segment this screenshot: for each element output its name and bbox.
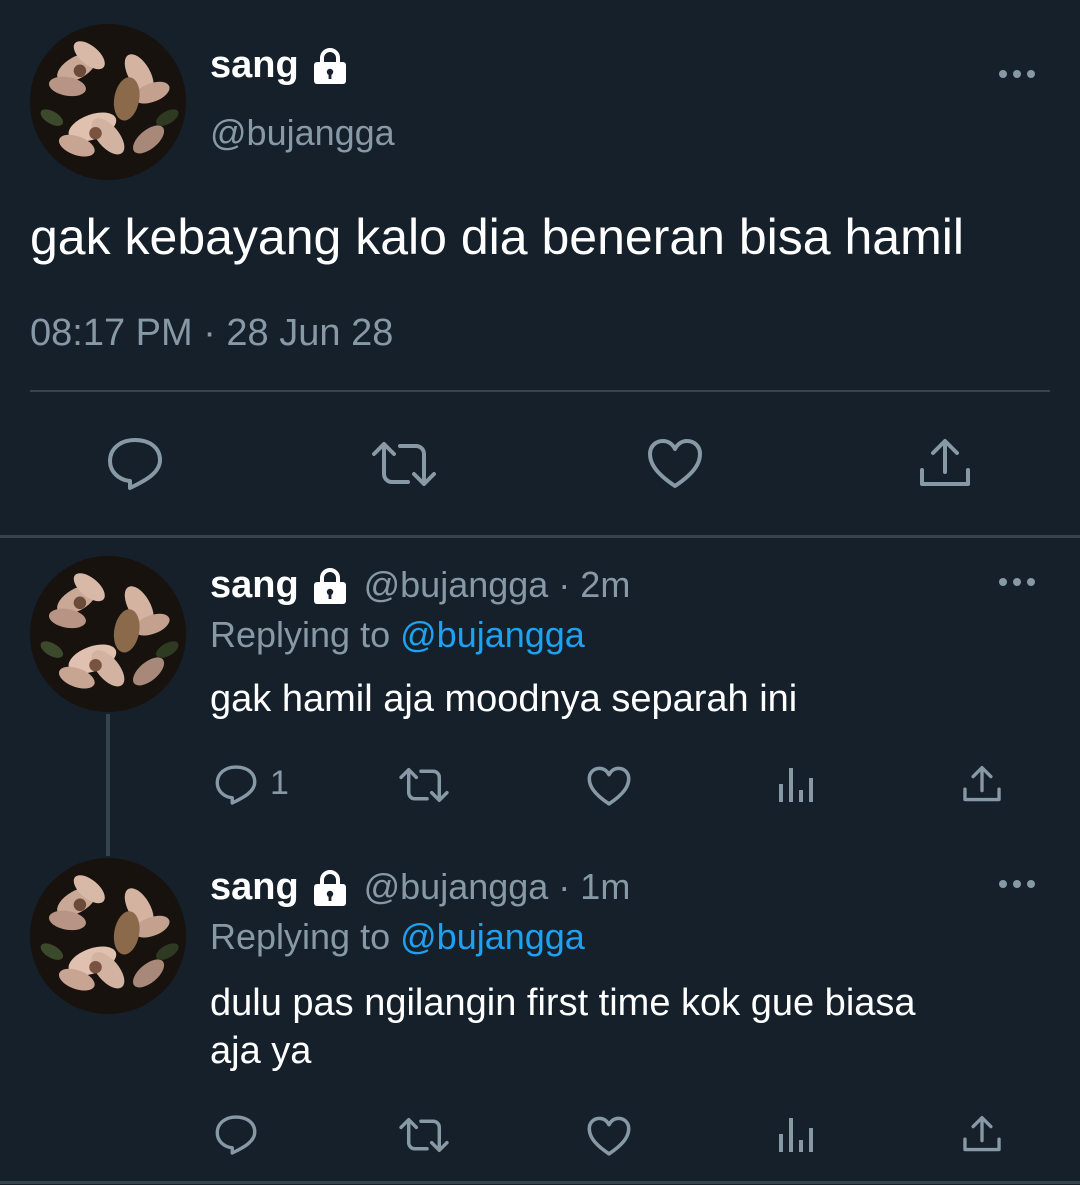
tweet-author[interactable]: sang [210,44,351,89]
lock-icon [309,568,351,609]
avatar-image [30,24,186,180]
retweet-icon[interactable] [370,440,438,488]
analytics-icon[interactable] [776,766,816,804]
share-icon[interactable] [962,1114,1002,1154]
share-icon[interactable] [918,436,972,490]
divider [0,535,1080,538]
avatar[interactable] [30,556,186,712]
replying-to: Replying to @bujangga [210,614,585,656]
replying-to-link[interactable]: @bujangga [400,916,585,957]
author-name: sang [210,44,299,86]
avatar[interactable] [30,24,186,180]
retweet-icon[interactable] [398,766,450,804]
reply-count: 1 [270,764,289,802]
reply-header[interactable]: sang @bujangga · 2m [210,564,630,609]
analytics-icon[interactable] [776,1116,816,1154]
reply-icon[interactable] [214,764,258,806]
avatar-image [30,556,186,712]
retweet-icon[interactable] [398,1116,450,1154]
replying-to: Replying to @bujangga [210,916,585,958]
more-icon[interactable] [998,878,1036,890]
reply-header[interactable]: sang @bujangga · 1m [210,866,630,911]
reply-icon[interactable] [214,1114,258,1156]
divider [0,1181,1080,1184]
author-handle-time: @bujangga · 1m [363,866,631,907]
heart-icon[interactable] [586,766,632,807]
reply-text: gak hamil aja moodnya separah ini [210,678,798,720]
reply-text-line-1: dulu pas ngilangin first time kok gue bi… [210,982,916,1024]
tweet-timestamp[interactable]: 08:17 PM · 28 Jun 28 [30,312,393,355]
author-name: sang [210,564,299,606]
reply-text-line-2: aja ya [210,1030,312,1072]
more-icon[interactable] [998,576,1036,588]
author-handle-time: @bujangga · 2m [363,564,631,605]
avatar-image [30,858,186,1014]
heart-icon[interactable] [586,1116,632,1157]
reply-icon[interactable] [106,436,164,492]
heart-icon[interactable] [646,438,704,490]
author-handle[interactable]: @bujangga [210,112,395,154]
lock-icon [309,48,351,89]
replying-label: Replying to [210,614,391,655]
divider [30,390,1050,392]
author-name: sang [210,866,299,908]
replying-to-link[interactable]: @bujangga [400,614,585,655]
replying-label: Replying to [210,916,391,957]
share-icon[interactable] [962,764,1002,804]
lock-icon [309,870,351,911]
avatar[interactable] [30,858,186,1014]
tweet-text: gak kebayang kalo dia beneran bisa hamil [30,209,964,265]
thread-line [106,714,110,856]
more-icon[interactable] [998,68,1036,80]
